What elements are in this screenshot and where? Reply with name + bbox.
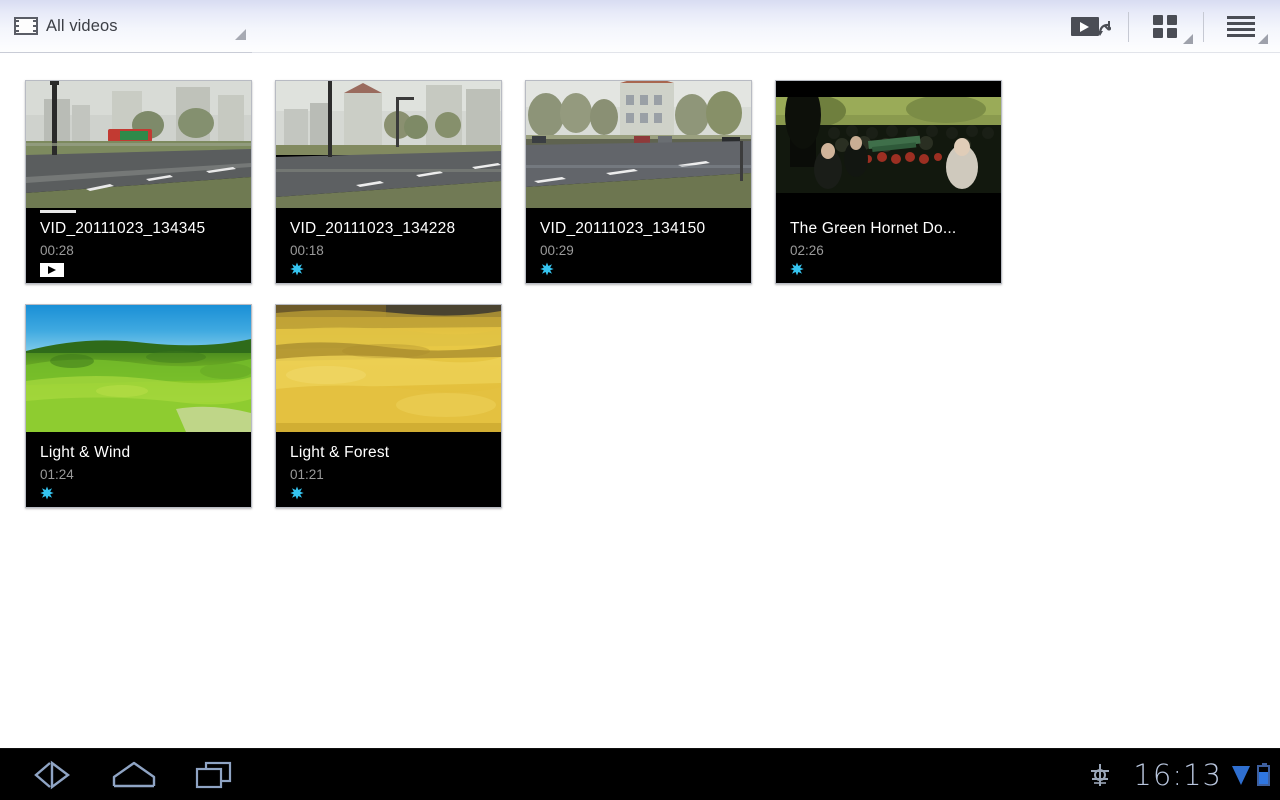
header-actions (1060, 0, 1272, 53)
star-badge-icon (540, 262, 554, 276)
video-gallery-app: All videos VID_20111023_134345 00:28 VID… (0, 0, 1280, 800)
video-grid: VID_20111023_134345 00:28 VID_20111023_1… (25, 80, 1257, 528)
video-thumbnail (776, 81, 1001, 208)
back-button[interactable] (14, 749, 94, 800)
video-card[interactable]: VID_20111023_134345 00:28 (25, 80, 252, 284)
battery-icon (1257, 762, 1270, 786)
video-duration: 00:28 (40, 243, 74, 258)
video-title: VID_20111023_134228 (290, 220, 456, 237)
video-duration: 00:18 (290, 243, 324, 258)
system-navigation-bar: 16:13 (0, 748, 1280, 800)
video-refresh-button[interactable] (1060, 0, 1122, 53)
video-refresh-icon (1071, 15, 1111, 39)
video-title: Light & Forest (290, 444, 390, 461)
recent-apps-icon (195, 761, 232, 789)
action-separator (1203, 11, 1204, 42)
tab-all-videos[interactable]: All videos (0, 0, 252, 53)
video-thumbnail (26, 81, 251, 208)
film-strip-icon (14, 17, 38, 35)
video-thumbnail (276, 305, 501, 432)
refresh-arrow-icon (1097, 20, 1111, 36)
chevron-down-icon[interactable] (1258, 34, 1268, 44)
video-info: The Green Hornet Do... 02:26 (776, 208, 1001, 283)
video-card[interactable]: VID_20111023_134150 00:29 (525, 80, 752, 284)
video-title: VID_20111023_134150 (540, 220, 706, 237)
video-duration: 02:26 (790, 243, 824, 258)
list-view-icon (1227, 15, 1255, 38)
app-header: All videos (0, 0, 1280, 56)
home-button[interactable] (94, 749, 174, 800)
video-info: Light & Forest 01:21 (276, 432, 501, 507)
playback-progress-bar (40, 210, 76, 213)
grid-view-button[interactable] (1135, 0, 1197, 53)
grid-view-icon (1153, 14, 1179, 39)
home-icon (112, 761, 156, 788)
video-info: Light & Wind 01:24 (26, 432, 251, 507)
video-info: VID_20111023_134345 00:28 (26, 208, 251, 283)
list-view-button[interactable] (1210, 0, 1272, 53)
video-title: The Green Hornet Do... (790, 220, 957, 237)
play-badge-icon (40, 263, 64, 277)
signal-icon (1232, 765, 1250, 785)
recent-apps-button[interactable] (174, 749, 254, 800)
chevron-down-icon[interactable] (1183, 34, 1193, 44)
video-title: Light & Wind (40, 444, 131, 461)
tab-strip: All videos (0, 0, 252, 56)
clock: 16:13 (1133, 758, 1222, 792)
video-duration: 01:21 (290, 467, 324, 482)
video-thumbnail (276, 81, 501, 208)
video-card[interactable]: Light & Wind 01:24 (25, 304, 252, 508)
star-badge-icon (40, 486, 54, 500)
video-card[interactable]: VID_20111023_134228 00:18 (275, 80, 502, 284)
star-badge-icon (290, 262, 304, 276)
dropdown-caret-icon[interactable] (235, 29, 246, 40)
video-info: VID_20111023_134150 00:29 (526, 208, 751, 283)
video-thumbnail (26, 305, 251, 432)
video-card[interactable]: Light & Forest 01:21 (275, 304, 502, 508)
video-card[interactable]: The Green Hornet Do... 02:26 (775, 80, 1002, 284)
tab-label: All videos (46, 16, 118, 35)
action-separator (1128, 11, 1129, 42)
video-info: VID_20111023_134228 00:18 (276, 208, 501, 283)
status-area[interactable]: 16:13 (1087, 749, 1270, 800)
video-duration: 00:29 (540, 243, 574, 258)
nav-buttons (14, 749, 254, 800)
star-badge-icon (790, 262, 804, 276)
video-title: VID_20111023_134345 (40, 220, 206, 237)
video-thumbnail (526, 81, 751, 208)
star-badge-icon (290, 486, 304, 500)
video-duration: 01:24 (40, 467, 74, 482)
usb-debug-icon (1091, 764, 1110, 786)
back-icon (34, 760, 70, 790)
